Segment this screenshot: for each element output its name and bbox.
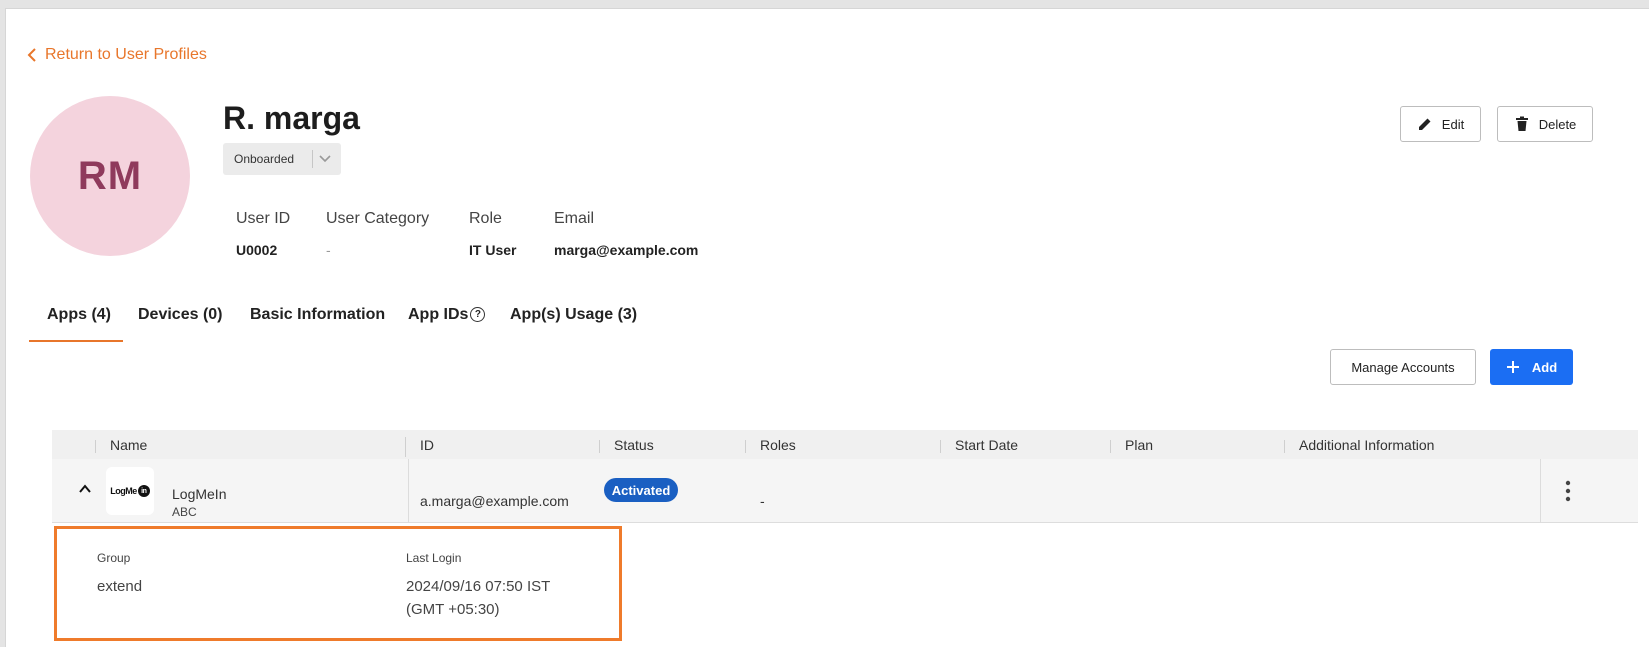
user-category-label: User Category bbox=[326, 210, 430, 227]
return-to-user-profiles-link[interactable]: Return to User Profiles bbox=[27, 46, 207, 64]
role-label: Role bbox=[469, 210, 502, 227]
status-dropdown[interactable]: Onboarded bbox=[223, 143, 341, 175]
chevron-left-icon bbox=[27, 48, 36, 62]
column-separator bbox=[745, 440, 746, 453]
column-separator bbox=[940, 440, 941, 453]
trash-icon bbox=[1515, 116, 1528, 131]
status-dropdown-value: Onboarded bbox=[234, 152, 295, 166]
chevron-up-icon[interactable] bbox=[78, 482, 92, 496]
logo-badge: in bbox=[137, 485, 150, 497]
group-value: extend bbox=[97, 578, 143, 595]
last-login-date: 2024/09/16 07:50 IST bbox=[406, 578, 551, 595]
column-header-name[interactable]: Name bbox=[110, 437, 147, 453]
avatar: RM bbox=[30, 96, 190, 256]
add-button-label: Add bbox=[1531, 359, 1558, 375]
column-header-id[interactable]: ID bbox=[420, 437, 434, 453]
column-separator bbox=[1284, 440, 1285, 453]
logmein-logo: LogMe in bbox=[106, 467, 154, 515]
column-header-roles[interactable]: Roles bbox=[760, 437, 796, 453]
user-id-value: U0002 bbox=[236, 242, 278, 258]
tab-app-ids-label: App IDs bbox=[408, 306, 469, 323]
roles-value: - bbox=[760, 493, 765, 509]
tab-app-ids[interactable]: App IDs? bbox=[408, 306, 486, 324]
last-login-timezone: (GMT +05:30) bbox=[406, 601, 500, 618]
cell-divider bbox=[1540, 459, 1541, 523]
tab-app-usage[interactable]: App(s) Usage (3) bbox=[510, 306, 637, 324]
delete-button[interactable]: Delete bbox=[1497, 106, 1593, 142]
avatar-initials: RM bbox=[77, 153, 143, 198]
status-badge: Activated bbox=[604, 478, 678, 502]
email-value: marga@example.com bbox=[554, 242, 699, 258]
user-id-label: User ID bbox=[236, 210, 291, 227]
back-link-label: Return to User Profiles bbox=[45, 46, 207, 63]
app-name[interactable]: LogMeIn bbox=[172, 486, 226, 502]
column-header-start-date[interactable]: Start Date bbox=[955, 437, 1018, 453]
role-value: IT User bbox=[469, 242, 517, 258]
column-header-plan[interactable]: Plan bbox=[1125, 437, 1153, 453]
dropdown-separator bbox=[312, 150, 313, 168]
table-row[interactable] bbox=[52, 459, 1638, 523]
tab-basic-information[interactable]: Basic Information bbox=[250, 306, 385, 324]
more-vertical-icon[interactable] bbox=[1565, 480, 1571, 502]
cell-divider bbox=[408, 459, 409, 523]
group-label: Group bbox=[97, 551, 131, 565]
account-id: a.marga@example.com bbox=[420, 493, 569, 509]
column-resize-handle[interactable] bbox=[405, 437, 406, 457]
app-subtitle: ABC bbox=[172, 505, 197, 519]
logo-wordmark: LogMe bbox=[110, 486, 137, 496]
plus-icon bbox=[1506, 361, 1519, 373]
delete-button-label: Delete bbox=[1538, 116, 1577, 132]
edit-button[interactable]: Edit bbox=[1400, 106, 1481, 142]
tab-devices[interactable]: Devices (0) bbox=[138, 306, 223, 324]
user-name: R. marga bbox=[223, 100, 360, 136]
pencil-icon bbox=[1418, 118, 1431, 130]
column-separator bbox=[599, 440, 600, 453]
column-separator bbox=[95, 440, 96, 453]
column-separator bbox=[1110, 440, 1111, 453]
tab-apps[interactable]: Apps (4) bbox=[47, 306, 111, 324]
add-button[interactable]: Add bbox=[1490, 349, 1573, 385]
active-tab-indicator bbox=[29, 340, 123, 342]
column-header-additional-information[interactable]: Additional Information bbox=[1299, 437, 1434, 453]
last-login-label: Last Login bbox=[406, 551, 462, 565]
edit-button-label: Edit bbox=[1441, 116, 1465, 132]
user-category-value: - bbox=[326, 242, 331, 258]
email-label: Email bbox=[554, 210, 595, 227]
chevron-down-icon[interactable] bbox=[317, 151, 333, 167]
column-header-status[interactable]: Status bbox=[614, 437, 654, 453]
manage-accounts-button[interactable]: Manage Accounts bbox=[1330, 349, 1476, 385]
help-icon[interactable]: ? bbox=[470, 307, 486, 323]
